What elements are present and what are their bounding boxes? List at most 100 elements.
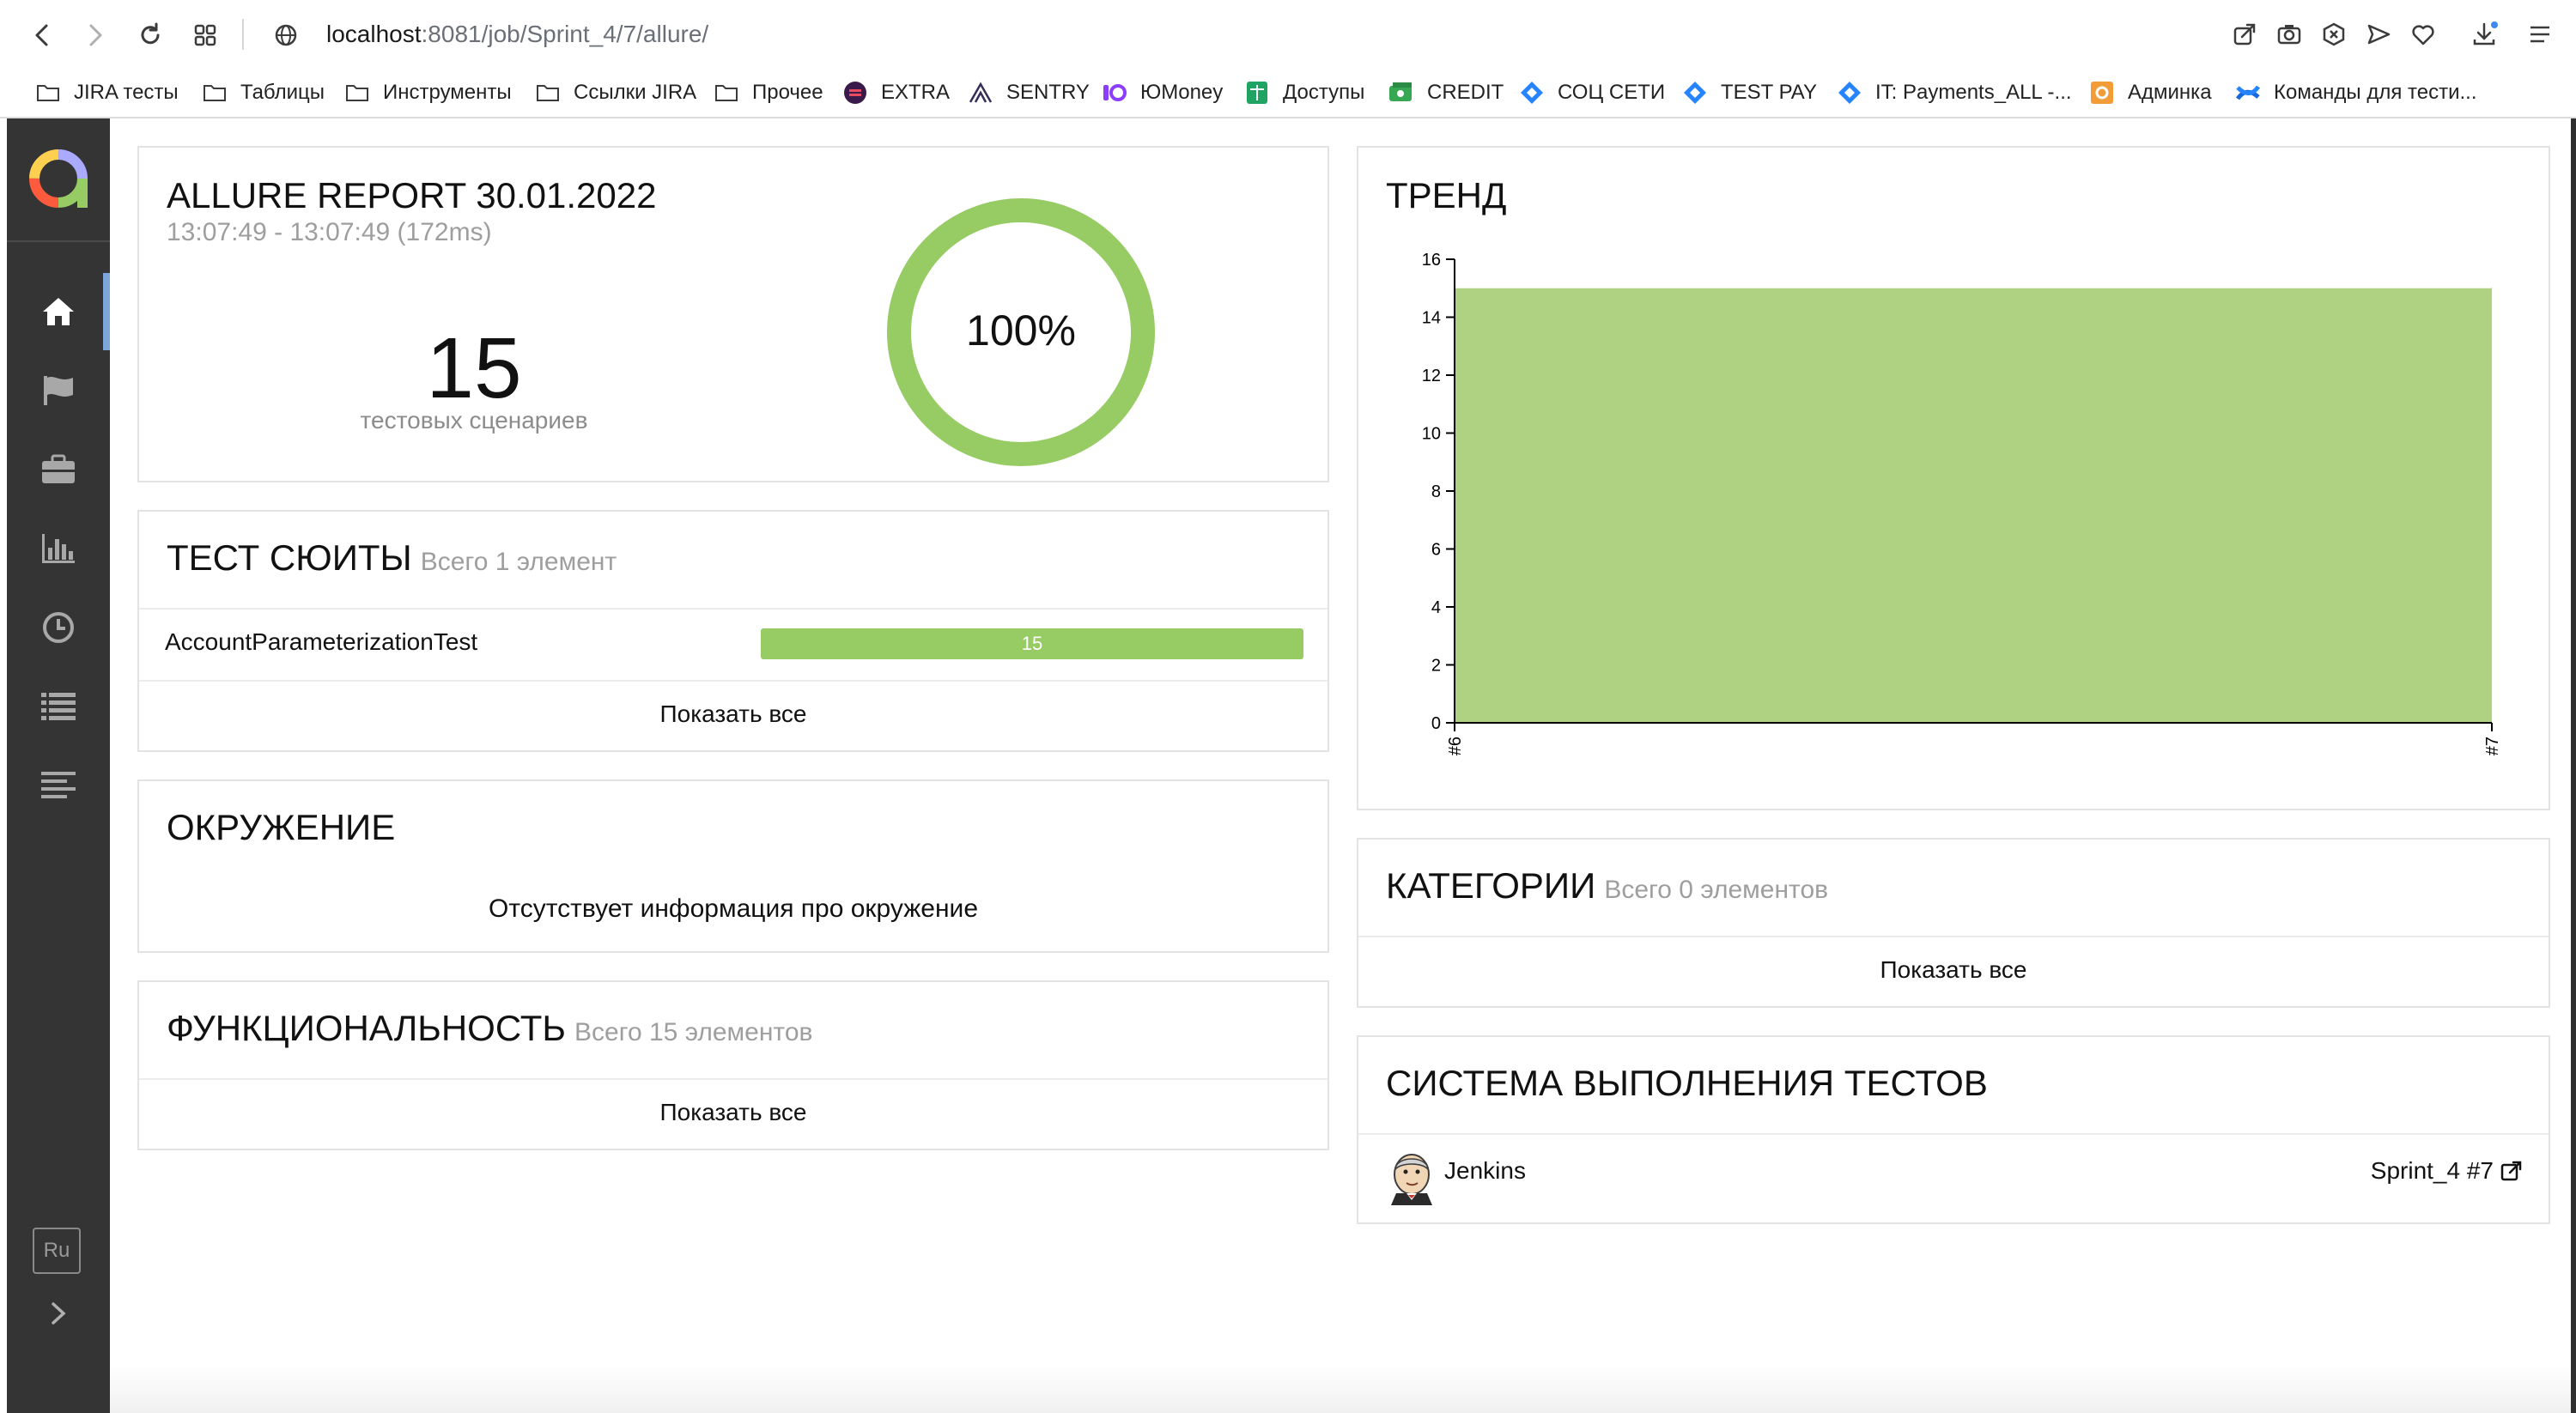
folder-icon [34,79,62,106]
suites-show-all-link[interactable]: Показать все [139,700,1327,728]
test-count-label: тестовых сценариев [360,407,588,434]
home-icon [43,298,74,325]
executor-build-link[interactable]: Sprint_4 #7 [2371,1157,2523,1185]
screenshot-button[interactable] [2274,19,2305,50]
row-divider [139,608,1327,609]
close-circle-icon [2323,22,2345,46]
y-tick-label: 14 [1422,309,1441,328]
bookmark-folder[interactable]: Прочее [713,74,823,112]
forward-button[interactable] [76,15,115,55]
jira-icon [1681,79,1709,106]
bookmark-link[interactable]: ЮMoney [1101,74,1223,112]
back-button[interactable] [22,15,62,55]
bookmark-label: TEST PAY [1721,81,1818,104]
features-show-all-link[interactable]: Показать все [139,1099,1327,1126]
features-title-text: ФУНКЦИОНАЛЬНОСТЬ [167,1008,566,1048]
bookmark-folder[interactable]: JIRA тесты [34,74,179,112]
bookmark-link[interactable]: CREDIT [1388,74,1504,112]
bookmark-link[interactable]: Доступы [1243,74,1364,112]
bookmark-label: Таблицы [240,81,325,104]
trend-widget: ТРЕНД 0 2 4 6 8 10 12 14 16 #6 #7 [1357,146,2550,810]
bookmark-folder[interactable]: Ссылки JIRA [534,74,696,112]
site-info-button[interactable] [266,15,306,55]
bookmark-folder[interactable]: Таблицы [201,74,325,112]
globe-icon [275,24,297,46]
y-tick-label: 6 [1431,541,1441,560]
list-icon [41,693,76,720]
bookmark-link[interactable]: SENTRY [967,74,1090,112]
bookmark-link[interactable]: IT: Payments_ALL -... [1836,74,2072,112]
y-tick-label: 0 [1431,714,1441,733]
row-divider [139,680,1327,682]
heart-icon [2412,25,2434,45]
sentry-icon [967,79,994,106]
bookmark-link[interactable]: EXTRA [841,74,950,112]
trend-title: ТРЕНД [1386,175,1507,215]
bookmark-label: СОЦ СЕТИ [1558,81,1666,104]
reload-button[interactable] [131,15,170,55]
extra-icon [841,79,869,106]
flag-icon [44,376,73,405]
menu-button[interactable] [2524,19,2555,50]
folder-icon [713,79,740,106]
y-tick-label: 10 [1422,425,1441,444]
folder-icon [343,79,371,106]
sidebar-item-behaviors[interactable] [7,668,110,745]
expand-sidebar-button[interactable] [39,1295,77,1332]
adblock-button[interactable] [2318,19,2349,50]
downloads-button[interactable] [2470,19,2500,50]
bookmark-label: Команды для тести... [2274,81,2477,104]
bookmark-label: IT: Payments_ALL -... [1875,81,2072,104]
share-button[interactable] [2229,19,2260,50]
row-divider [139,1078,1327,1080]
sidebar-item-packages[interactable] [7,747,110,824]
test-count: 15 [426,320,522,416]
send-button[interactable] [2363,19,2394,50]
grid-icon [194,24,216,46]
categories-show-all-link[interactable]: Показать все [1358,956,2549,984]
sidebar-item-timeline[interactable] [7,589,110,666]
address-bar[interactable]: localhost:8081/job/Sprint_4/7/allure/ [326,19,708,50]
tabs-grid-button[interactable] [185,15,225,55]
allure-logo[interactable] [27,148,89,209]
bar-chart-icon [42,534,75,563]
back-arrow-icon [35,24,48,46]
environment-empty-message: Отсутствует информация про окружение [489,894,978,923]
sidebar-item-overview[interactable] [7,273,110,350]
chevron-right-icon [52,1302,66,1325]
jira-icon [1836,79,1863,106]
confluence-icon [2234,79,2262,106]
share-icon [2233,23,2256,45]
url-host: localhost [326,21,422,47]
bookmark-folder[interactable]: Инструменты [343,74,512,112]
page-bottom-shade [110,1365,2576,1413]
sidebar-item-suites[interactable] [7,431,110,508]
y-tick-label: 4 [1431,598,1441,617]
bookmark-link[interactable]: Команды для тести... [2234,74,2477,112]
language-button[interactable]: Ru [33,1228,81,1274]
bookmarks-bar: JIRA тесты Таблицы Инструменты Ссылки JI… [0,69,2576,118]
sidebar-item-categories[interactable] [7,352,110,429]
executors-widget: СИСТЕМА ВЫПОЛНЕНИЯ ТЕСТОВ Jenkins Sprint… [1357,1035,2550,1224]
forward-arrow-icon [89,24,102,46]
categories-title: КАТЕГОРИИ Всего 0 элементов [1386,865,1828,907]
allure-sidebar: Ru [7,118,110,1413]
bookmark-link[interactable]: СОЦ СЕТИ [1518,74,1665,112]
toolbar-divider [242,19,244,50]
bookmark-label: CREDIT [1427,81,1504,104]
y-tick-label: 12 [1422,367,1441,385]
success-rate-label: 100% [966,306,1076,355]
sidebar-item-graphs[interactable] [7,510,110,587]
favorites-button[interactable] [2408,19,2439,50]
bookmark-label: ЮMoney [1140,81,1224,104]
bookmark-label: Ссылки JIRA [574,81,697,104]
trend-chart[interactable]: 0 2 4 6 8 10 12 14 16 #6 #7 [1376,242,2518,783]
suites-widget: ТЕСТ СЮИТЫ Всего 1 элемент AccountParamet… [137,510,1329,752]
report-time-range: 13:07:49 - 13:07:49 (172ms) [167,218,492,246]
briefcase-icon [42,454,75,483]
bookmark-link[interactable]: TEST PAY [1681,74,1817,112]
folder-icon [201,79,228,106]
success-rate-donut[interactable]: 100% [879,191,1163,474]
bookmark-label: Доступы [1283,81,1365,104]
bookmark-link[interactable]: Админка [2088,74,2212,112]
